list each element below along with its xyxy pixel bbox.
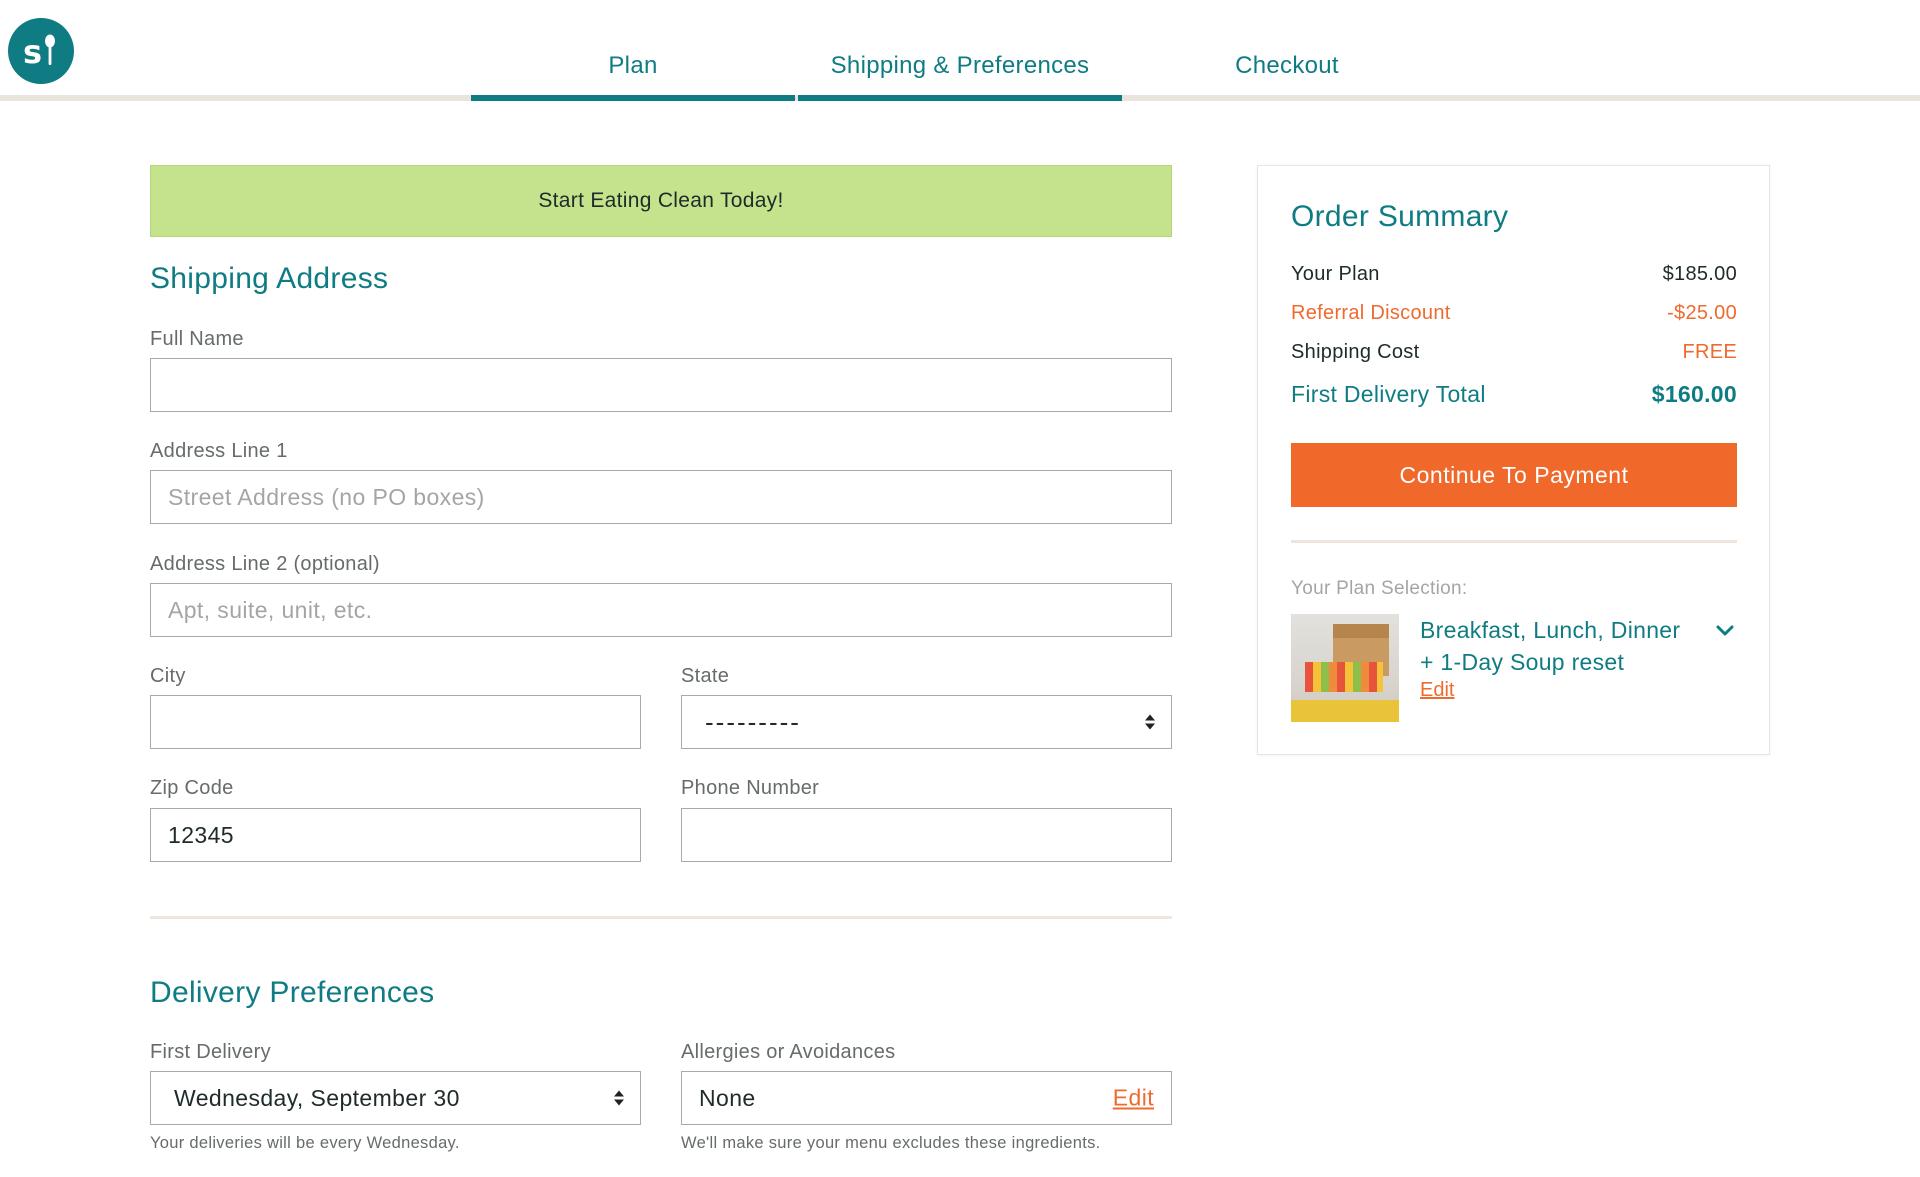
summary-divider — [1291, 540, 1737, 543]
allergies-edit-link[interactable]: Edit — [1113, 1085, 1154, 1112]
city-input[interactable] — [150, 695, 641, 749]
summary-row-plan: Your Plan $185.00 — [1291, 263, 1737, 285]
delivery-preferences-title: Delivery Preferences — [150, 976, 435, 1009]
summary-row-shipping: Shipping Cost FREE — [1291, 341, 1737, 363]
step-plan[interactable]: Plan — [470, 52, 796, 80]
plan-selection-label: Your Plan Selection: — [1291, 578, 1468, 599]
step-shipping-preferences[interactable]: Shipping & Preferences — [797, 52, 1123, 80]
allergies-value: None — [699, 1084, 756, 1111]
zip-code-label: Zip Code — [150, 777, 234, 799]
zip-code-value: 12345 — [168, 821, 234, 848]
allergies-help: We'll make sure your menu excludes these… — [681, 1134, 1101, 1152]
summary-row-discount: Referral Discount -$25.00 — [1291, 302, 1737, 324]
city-label: City — [150, 665, 186, 687]
summary-row-total: First Delivery Total $160.00 — [1291, 381, 1737, 407]
first-delivery-help: Your deliveries will be every Wednesday. — [150, 1134, 460, 1152]
step-checkout-progress — [1125, 95, 1449, 101]
promo-banner: Start Eating Clean Today! — [150, 165, 1172, 237]
first-delivery-label: First Delivery — [150, 1041, 271, 1063]
allergies-field: None Edit — [681, 1071, 1172, 1125]
phone-number-input[interactable] — [681, 808, 1172, 862]
plan-edit-link[interactable]: Edit — [1420, 679, 1454, 702]
promo-banner-text: Start Eating Clean Today! — [538, 189, 784, 212]
checkout-steps: Plan Shipping & Preferences Checkout — [0, 0, 1920, 101]
address-line2-placeholder: Apt, suite, unit, etc. — [168, 596, 373, 623]
select-arrows-icon — [1145, 714, 1155, 730]
full-name-label: Full Name — [150, 328, 244, 350]
phone-number-label: Phone Number — [681, 777, 820, 799]
step-end-progress — [1452, 95, 1920, 101]
allergies-label: Allergies or Avoidances — [681, 1041, 896, 1063]
step-plan-progress — [471, 95, 795, 101]
plan-name: Breakfast, Lunch, Dinner + 1-Day Soup re… — [1420, 617, 1681, 675]
address-line1-placeholder: Street Address (no PO boxes) — [168, 483, 485, 510]
plan-thumbnail-image — [1291, 614, 1399, 722]
select-arrows-icon — [614, 1090, 624, 1106]
step-checkout[interactable]: Checkout — [1124, 52, 1450, 80]
first-delivery-select[interactable]: Wednesday, September 30 — [150, 1071, 641, 1125]
state-label: State — [681, 665, 730, 687]
address-line1-label: Address Line 1 — [150, 440, 288, 462]
checkout-page: s Plan Shipping & Preferences Checkout S… — [0, 0, 1920, 1177]
first-delivery-value: Wednesday, September 30 — [174, 1084, 460, 1111]
state-select[interactable]: --------- — [681, 695, 1172, 749]
address-line2-input[interactable]: Apt, suite, unit, etc. — [150, 583, 1172, 637]
address-line2-label: Address Line 2 (optional) — [150, 553, 380, 575]
zip-code-input[interactable]: 12345 — [150, 808, 641, 862]
order-summary-title: Order Summary — [1291, 200, 1509, 233]
continue-to-payment-button[interactable]: Continue To Payment — [1291, 443, 1737, 507]
order-summary-panel: Order Summary Your Plan $185.00 Referral… — [1257, 165, 1770, 755]
step-shipping-progress — [798, 95, 1122, 101]
state-select-value: --------- — [705, 706, 801, 737]
address-line1-input[interactable]: Street Address (no PO boxes) — [150, 470, 1172, 524]
section-divider — [150, 916, 1172, 919]
chevron-down-icon[interactable] — [1714, 620, 1736, 642]
full-name-input[interactable] — [150, 358, 1172, 412]
shipping-address-title: Shipping Address — [150, 262, 389, 295]
